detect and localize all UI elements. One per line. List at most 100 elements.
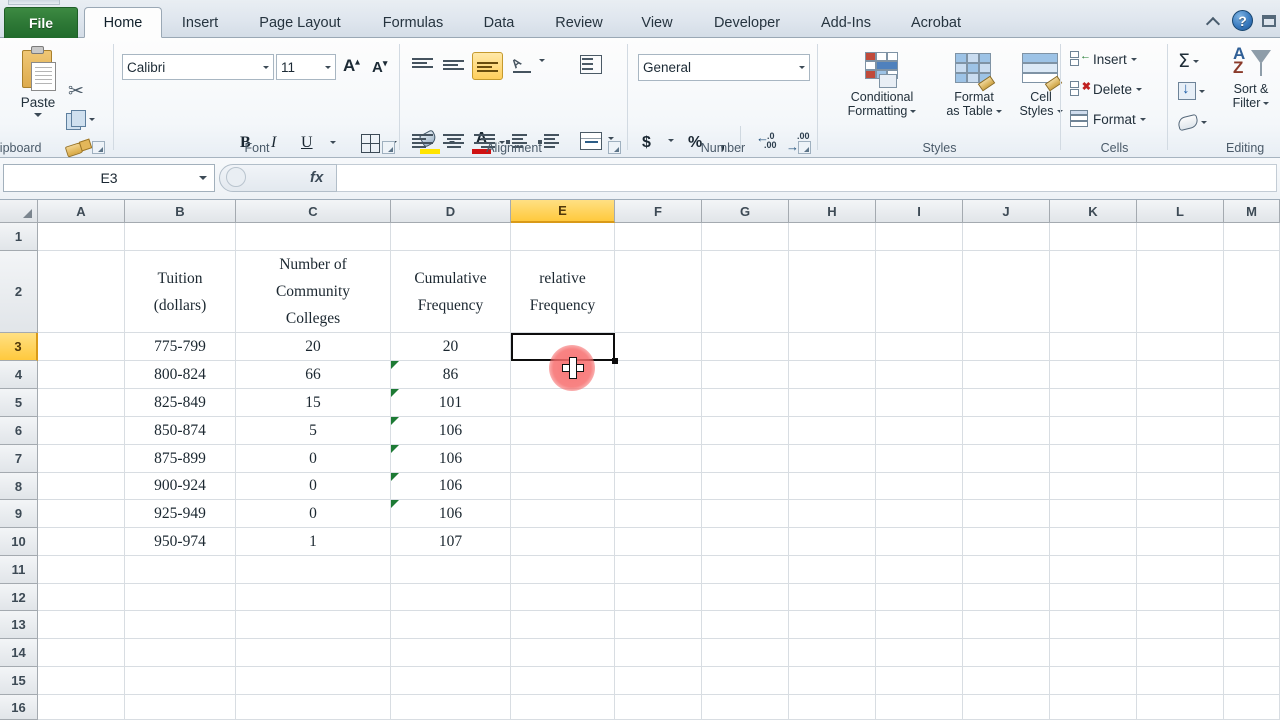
cell-C7[interactable]: 0 [236, 445, 390, 472]
minimize-ribbon-icon[interactable] [1206, 12, 1223, 29]
format-as-table-caret-icon[interactable] [995, 109, 1002, 113]
alignment-dialog-launcher[interactable] [608, 141, 621, 154]
align-bottom-button[interactable] [472, 52, 503, 80]
tab-page-layout[interactable]: Page Layout [240, 8, 360, 38]
cell-B8[interactable]: 900-924 [125, 473, 235, 499]
tab-add-ins[interactable]: Add-Ins [806, 8, 886, 38]
cell-B7[interactable]: 875-899 [125, 445, 235, 472]
tab-review[interactable]: Review [540, 8, 618, 38]
sort-and-filter-button[interactable]: AZ Sort & Filter [1224, 45, 1278, 110]
font-size-caret-icon[interactable] [325, 65, 331, 69]
cell-D4[interactable]: 86 [391, 361, 510, 388]
insert-cells-button[interactable]: ← Insert [1070, 50, 1137, 68]
cell-C4[interactable]: 66 [236, 361, 390, 388]
align-middle-button[interactable] [443, 58, 464, 75]
clear-button[interactable] [1176, 113, 1207, 132]
autosum-button[interactable]: Σ [1178, 50, 1200, 72]
cut-button[interactable]: ✂ [68, 82, 84, 101]
number-format-select[interactable]: General [638, 54, 810, 81]
row-header-8[interactable]: 8 [0, 473, 38, 500]
tab-insert[interactable]: Insert [168, 8, 232, 38]
column-header-K[interactable]: K [1050, 200, 1137, 223]
cell-D8[interactable]: 106 [391, 473, 510, 499]
restore-window-icon[interactable] [1262, 14, 1276, 27]
row-header-1[interactable]: 1 [0, 223, 38, 251]
delete-cells-button[interactable]: ✖ Delete [1070, 80, 1143, 98]
copy-button[interactable] [66, 110, 95, 130]
fill-button[interactable] [1178, 80, 1205, 100]
row-header-9[interactable]: 9 [0, 500, 38, 528]
font-name-caret-icon[interactable] [263, 65, 269, 69]
cell-B9[interactable]: 925-949 [125, 500, 235, 527]
orientation-button[interactable] [512, 55, 534, 74]
column-header-C[interactable]: C [236, 200, 391, 223]
cell-C3[interactable]: 20 [236, 333, 390, 360]
cell-D10[interactable]: 107 [391, 528, 510, 555]
column-header-H[interactable]: H [789, 200, 876, 223]
cell-B3[interactable]: 775-799 [125, 333, 235, 360]
help-question-icon[interactable]: ? [1232, 10, 1253, 31]
cell-D9[interactable]: 106 [391, 500, 510, 527]
tab-data[interactable]: Data [466, 8, 532, 38]
cell-D5[interactable]: 101 [391, 389, 510, 416]
tab-formulas[interactable]: Formulas [368, 8, 458, 38]
font-name-input[interactable]: Calibri [122, 54, 274, 80]
delete-caret-icon[interactable] [1136, 87, 1143, 91]
row-header-12[interactable]: 12 [0, 584, 38, 611]
error-indicator-D7[interactable] [391, 445, 399, 453]
row-header-11[interactable]: 11 [0, 556, 38, 584]
row-header-15[interactable]: 15 [0, 667, 38, 695]
clear-caret-icon[interactable] [1201, 121, 1207, 124]
tab-home[interactable]: Home [84, 7, 162, 38]
cell-C10[interactable]: 1 [236, 528, 390, 555]
row-header-3[interactable]: 3 [0, 333, 38, 361]
cell-C5[interactable]: 15 [236, 389, 390, 416]
fill-caret-icon[interactable] [1199, 89, 1205, 93]
column-header-G[interactable]: G [702, 200, 789, 223]
conditional-formatting-caret-icon[interactable] [910, 109, 917, 113]
error-indicator-D5[interactable] [391, 389, 399, 397]
font-dialog-launcher[interactable] [382, 141, 395, 154]
tab-developer[interactable]: Developer [696, 8, 798, 38]
tab-view[interactable]: View [626, 8, 688, 38]
orientation-dropdown-caret-icon[interactable] [539, 59, 545, 80]
select-all-corner[interactable] [0, 200, 38, 223]
row-header-5[interactable]: 5 [0, 389, 38, 417]
number-dialog-launcher[interactable] [798, 141, 811, 154]
align-top-button[interactable] [412, 58, 433, 75]
cell-D7[interactable]: 106 [391, 445, 510, 472]
fill-handle[interactable] [612, 358, 618, 364]
row-header-14[interactable]: 14 [0, 639, 38, 667]
decrease-font-size-button[interactable]: A▾ [372, 58, 387, 76]
format-caret-icon[interactable] [1139, 117, 1146, 121]
cell-B6[interactable]: 850-874 [125, 417, 235, 444]
cell-E2[interactable]: relative Frequency [511, 251, 614, 332]
name-box-caret-icon[interactable] [199, 176, 207, 180]
cell-C9[interactable]: 0 [236, 500, 390, 527]
tab-acrobat[interactable]: Acrobat [894, 8, 978, 38]
cell-B4[interactable]: 800-824 [125, 361, 235, 388]
column-header-F[interactable]: F [615, 200, 702, 223]
sort-filter-caret-icon[interactable] [1263, 101, 1270, 105]
format-as-table-button[interactable]: Format as Table [936, 52, 1012, 118]
column-header-M[interactable]: M [1224, 200, 1280, 223]
increase-font-size-button[interactable]: A▴ [343, 56, 360, 76]
column-header-J[interactable]: J [963, 200, 1050, 223]
autosum-caret-icon[interactable] [1193, 59, 1200, 63]
row-header-4[interactable]: 4 [0, 361, 38, 389]
wrap-text-button[interactable] [580, 55, 602, 74]
cell-D3[interactable]: 20 [391, 333, 510, 360]
error-indicator-D9[interactable] [391, 500, 399, 508]
number-format-caret-icon[interactable] [799, 66, 805, 69]
row-header-7[interactable]: 7 [0, 445, 38, 473]
error-indicator-D4[interactable] [391, 361, 399, 369]
cell-B10[interactable]: 950-974 [125, 528, 235, 555]
tab-file[interactable]: File [4, 7, 78, 38]
name-box[interactable]: E3 [3, 164, 215, 192]
row-header-13[interactable]: 13 [0, 611, 38, 639]
cell-D6[interactable]: 106 [391, 417, 510, 444]
insert-caret-icon[interactable] [1130, 57, 1137, 61]
row-header-2[interactable]: 2 [0, 251, 38, 333]
row-header-6[interactable]: 6 [0, 417, 38, 445]
cell-C6[interactable]: 5 [236, 417, 390, 444]
